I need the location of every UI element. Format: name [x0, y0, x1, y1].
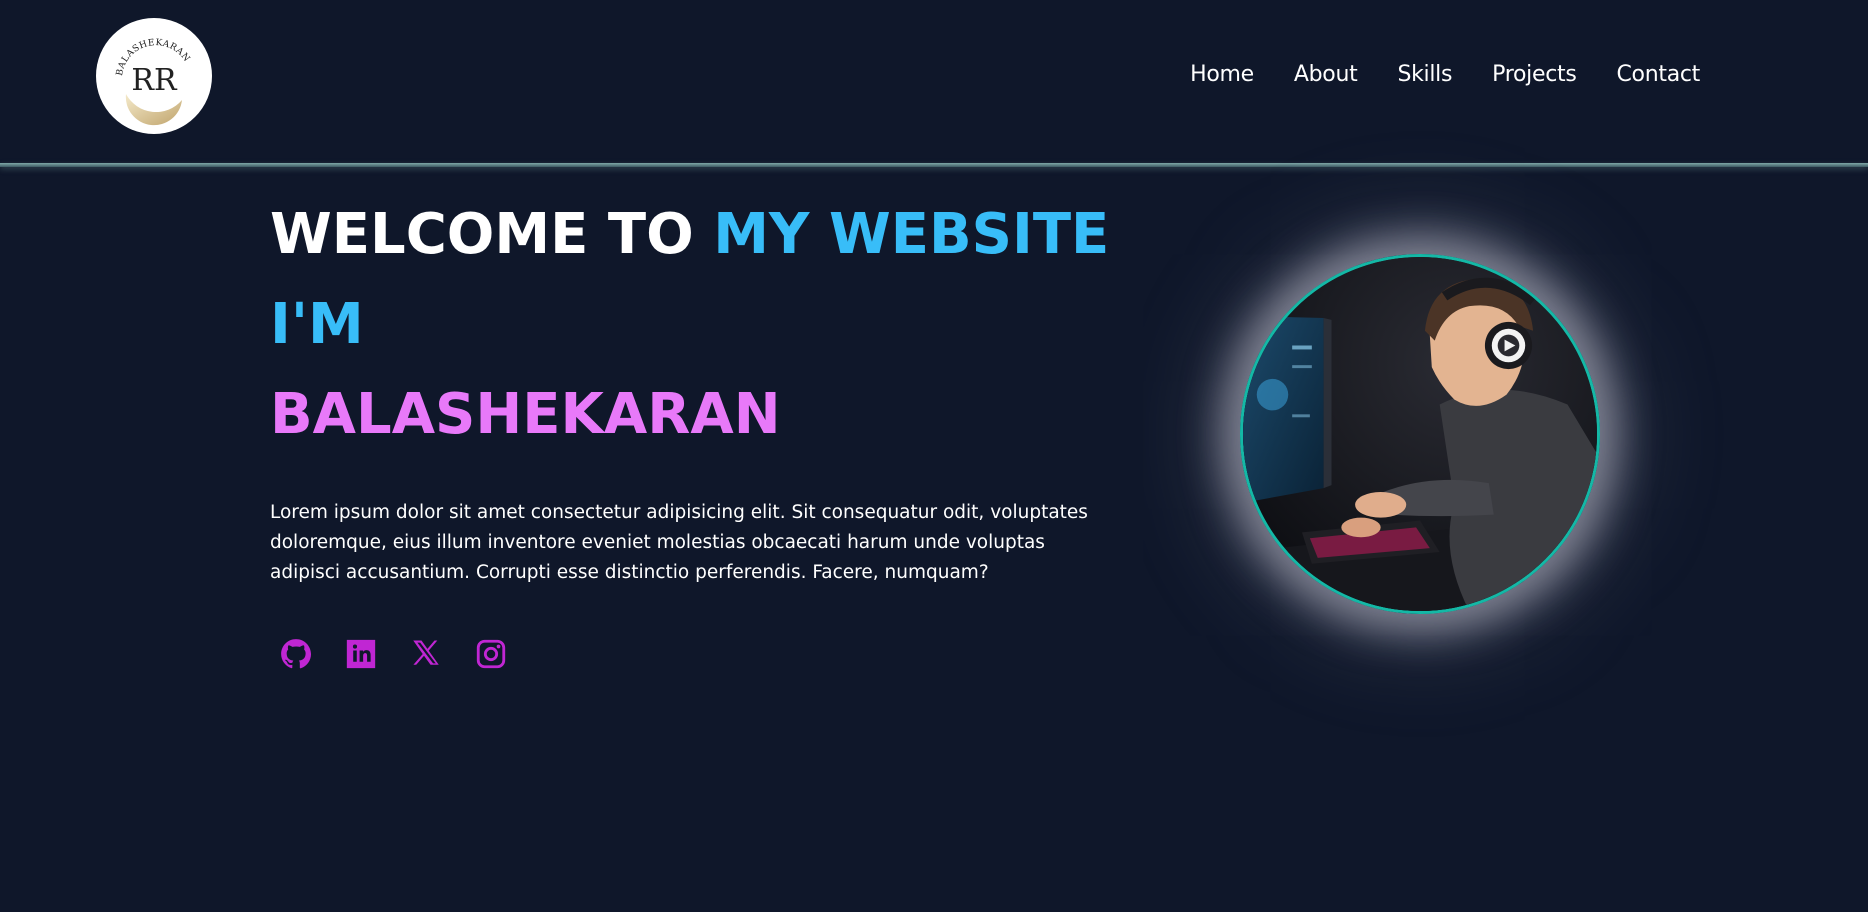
site-logo[interactable]: BALASHEKARAN RR — [96, 18, 212, 134]
hero-name-text: BALASHEKARAN — [270, 382, 781, 447]
nav-contact[interactable]: Contact — [1617, 62, 1701, 87]
hero-line-welcome: WELCOME TO MY WEBSITE — [270, 200, 1109, 290]
x-twitter-icon — [413, 640, 439, 665]
nav-skills[interactable]: Skills — [1397, 62, 1452, 87]
nav-about[interactable]: About — [1294, 62, 1358, 87]
logo-monogram: RR — [131, 63, 178, 98]
x-twitter-link[interactable] — [408, 636, 444, 672]
hero-welcome-text: WELCOME TO — [270, 202, 714, 267]
linkedin-link[interactable] — [343, 636, 379, 672]
instagram-link[interactable] — [473, 636, 509, 672]
hero-description: Lorem ipsum dolor sit amet consectetur a… — [270, 502, 1088, 583]
header-divider — [0, 163, 1868, 167]
logo-emblem: BALASHEKARAN RR — [98, 20, 210, 132]
site-header: BALASHEKARAN RR Home About Skills Projec… — [0, 0, 1868, 165]
hero-im-text: I'M — [270, 292, 364, 357]
gamer-illustration — [1243, 257, 1597, 611]
linkedin-icon — [346, 639, 376, 669]
nav-home[interactable]: Home — [1190, 62, 1254, 87]
github-link[interactable] — [278, 636, 314, 672]
instagram-icon — [476, 639, 506, 669]
main-nav: Home About Skills Projects Contact — [1190, 56, 1700, 92]
profile-avatar — [1240, 254, 1600, 614]
hero-my-website-text: MY WEBSITE — [713, 202, 1110, 267]
nav-projects[interactable]: Projects — [1492, 62, 1577, 87]
hero-heading: WELCOME TO MY WEBSITE I'M BALASHEKARAN — [270, 200, 1109, 470]
social-links — [278, 636, 509, 672]
github-icon — [281, 639, 312, 669]
